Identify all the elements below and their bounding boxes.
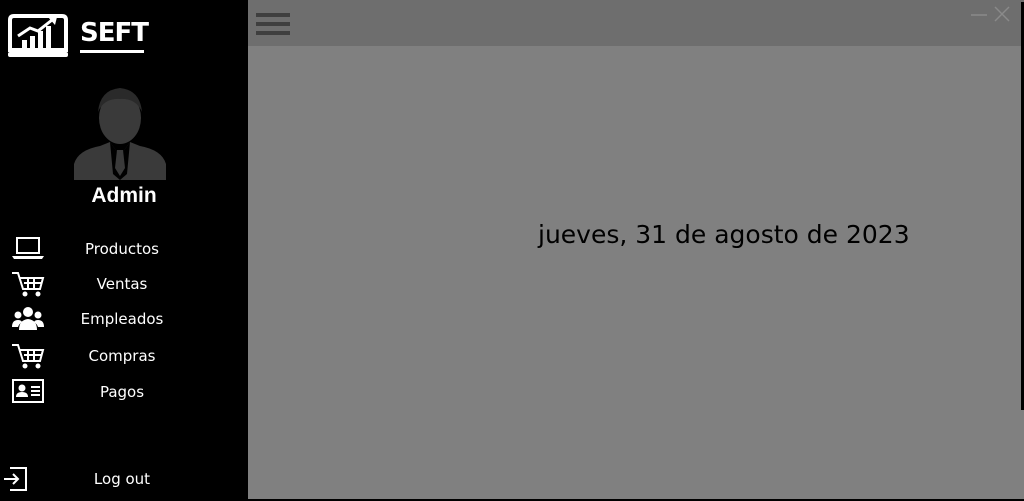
sidebar-item-pagos[interactable]: Pagos bbox=[0, 377, 248, 409]
logout-label: Log out bbox=[93, 470, 151, 488]
sidebar-item-empleados[interactable]: Empleados bbox=[0, 304, 248, 336]
logout-button[interactable]: Log out bbox=[0, 464, 248, 496]
close-icon[interactable] bbox=[992, 4, 1012, 24]
top-bar bbox=[248, 0, 1024, 46]
users-icon bbox=[12, 307, 44, 330]
sidebar-item-label: Pagos bbox=[99, 383, 145, 401]
cart-icon bbox=[12, 272, 45, 297]
logo-underline bbox=[80, 50, 144, 53]
hamburger-menu-icon[interactable] bbox=[256, 10, 290, 38]
logout-icon bbox=[4, 467, 27, 491]
main-content: jueves, 31 de agosto de 2023 bbox=[248, 0, 1024, 501]
laptop-icon bbox=[12, 237, 44, 259]
id-card-icon bbox=[12, 379, 44, 403]
cart-icon bbox=[12, 344, 45, 369]
sidebar-item-compras[interactable]: Compras bbox=[0, 341, 248, 373]
sidebar-item-ventas[interactable]: Ventas bbox=[0, 269, 248, 301]
sidebar-item-label: Ventas bbox=[96, 275, 148, 293]
minimize-icon[interactable] bbox=[970, 4, 988, 24]
sidebar-item-productos[interactable]: Productos bbox=[0, 234, 248, 266]
sidebar-item-label: Productos bbox=[85, 240, 159, 258]
logo-text: SEFT bbox=[80, 18, 149, 48]
sidebar-item-label: Compras bbox=[88, 347, 156, 365]
avatar bbox=[74, 84, 166, 180]
current-date: jueves, 31 de agosto de 2023 bbox=[538, 220, 910, 249]
user-name: Admin bbox=[91, 184, 157, 207]
sidebar: SEFT Admin Productos Ventas Empleados Co… bbox=[0, 0, 248, 501]
sidebar-item-label: Empleados bbox=[80, 310, 164, 328]
